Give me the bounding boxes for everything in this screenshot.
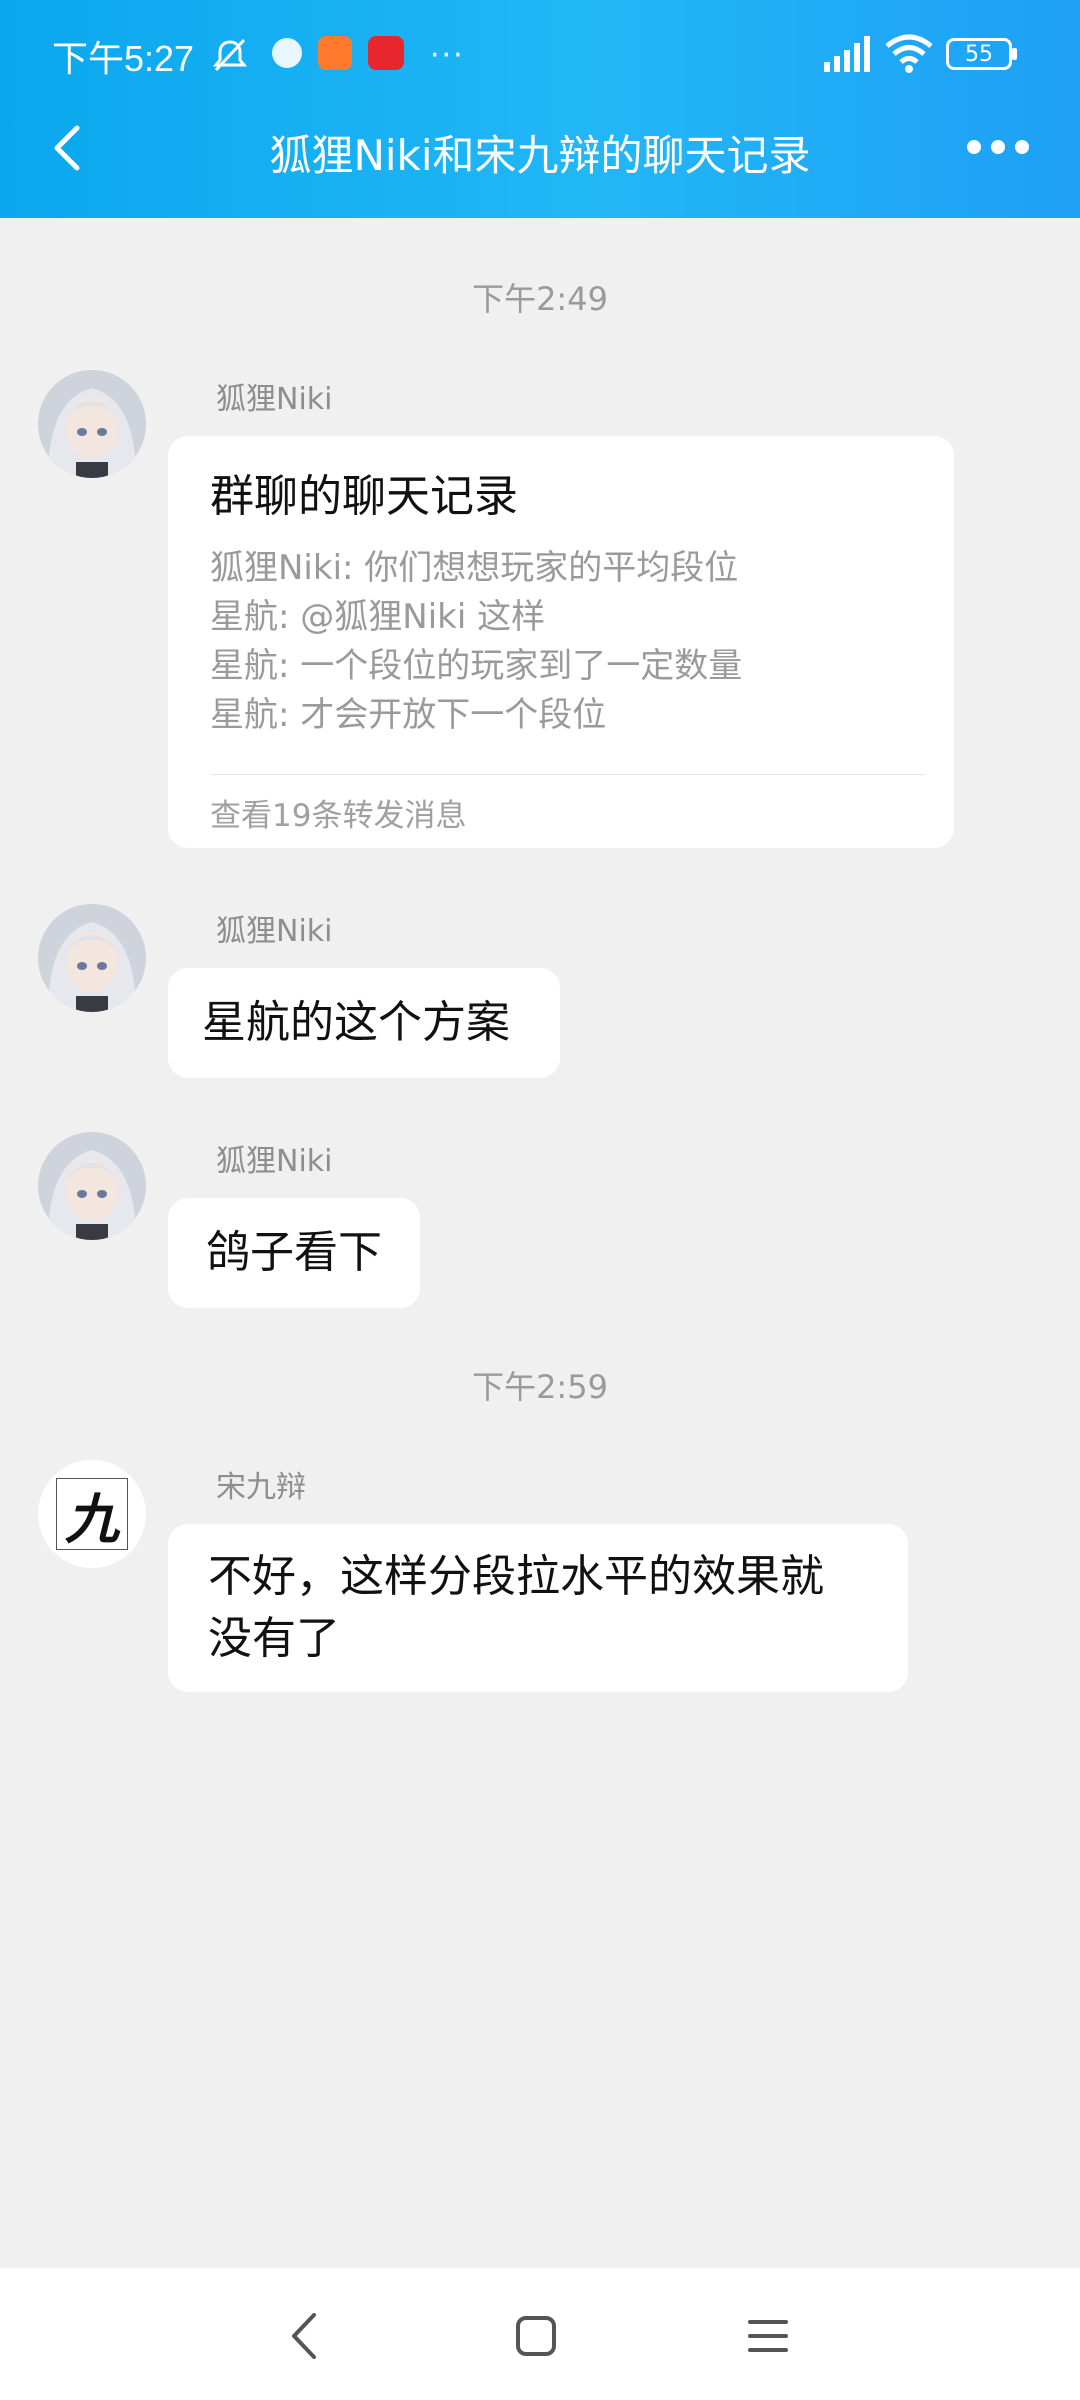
message-bubble[interactable]: 鸽子看下 — [168, 1198, 420, 1308]
anime-avatar-image — [38, 904, 146, 1012]
battery-icon: 55 — [946, 38, 1012, 70]
more-notifications-icon: ··· — [430, 38, 465, 73]
forward-preview-line: 星航: 才会开放下一个段位 — [210, 695, 607, 735]
nav-recents-button[interactable] — [728, 2306, 808, 2366]
sender-name: 宋九辩 — [216, 1470, 306, 1505]
nav-menu-icon — [748, 2320, 788, 2352]
nav-home-icon — [516, 2316, 556, 2356]
divider — [210, 774, 926, 775]
forward-card-title: 群聊的聊天记录 — [210, 471, 518, 522]
status-time: 下午5:27 — [52, 38, 195, 79]
avatar[interactable] — [38, 370, 146, 478]
message-bubble[interactable]: 不好，这样分段拉水平的效果就 没有了 — [168, 1524, 908, 1692]
title-bar: 狐狸Niki和宋九辩的聊天记录 — [0, 100, 1080, 200]
message-text: 鸽子看下 — [206, 1227, 382, 1278]
app-header: 下午5:27 ··· 55 狐狸Niki和宋九辩的聊天记录 — [0, 0, 1080, 218]
chat-history: 下午2:49 狐狸Niki 群聊的聊天记录 狐狸Niki: 你们想想玩家的平均段… — [0, 218, 1080, 2268]
sender-name: 狐狸Niki — [216, 382, 333, 417]
avatar[interactable] — [38, 904, 146, 1012]
message-text-line: 没有了 — [208, 1613, 340, 1664]
forward-preview-line: 星航: 一个段位的玩家到了一定数量 — [210, 646, 743, 686]
nav-home-button[interactable] — [496, 2306, 576, 2366]
wifi-icon — [885, 34, 933, 73]
more-dots-icon — [967, 140, 1029, 154]
forward-preview-line: 星航: @狐狸Niki 这样 — [210, 597, 546, 637]
timestamp: 下午2:59 — [472, 1368, 608, 1406]
forwarded-chat-card[interactable]: 群聊的聊天记录 狐狸Niki: 你们想想玩家的平均段位 星航: @狐狸Niki … — [168, 436, 954, 848]
news-app-icon — [368, 36, 404, 70]
message-bubble[interactable]: 星航的这个方案 — [168, 968, 560, 1078]
view-forwarded-messages-link[interactable]: 查看19条转发消息 — [210, 790, 466, 835]
app-notification-icon — [272, 38, 302, 68]
timestamp: 下午2:49 — [472, 280, 608, 318]
avatar[interactable] — [38, 1132, 146, 1240]
message-text-line: 不好，这样分段拉水平的效果就 — [208, 1551, 824, 1602]
forward-preview: 狐狸Niki: 你们想想玩家的平均段位 星航: @狐狸Niki 这样 星航: 一… — [210, 544, 910, 740]
page-title: 狐狸Niki和宋九辩的聊天记录 — [269, 131, 811, 180]
avatar[interactable]: 九 — [38, 1460, 146, 1568]
mute-bell-icon — [212, 38, 248, 72]
nav-back-button[interactable] — [264, 2306, 344, 2366]
status-bar: 下午5:27 ··· 55 — [0, 24, 1080, 84]
anime-avatar-image — [38, 1132, 146, 1240]
sender-name: 狐狸Niki — [216, 1144, 333, 1179]
avatar-character: 九 — [56, 1478, 128, 1551]
message-text: 星航的这个方案 — [202, 997, 510, 1048]
signal-icon — [824, 36, 870, 72]
anime-avatar-image — [38, 370, 146, 478]
battery-level: 55 — [965, 41, 993, 67]
forward-preview-line: 狐狸Niki: 你们想想玩家的平均段位 — [210, 548, 739, 588]
battery-tip — [1012, 48, 1017, 60]
more-menu-button[interactable] — [958, 122, 1038, 172]
system-navigation-bar — [0, 2268, 1080, 2400]
nav-back-icon — [292, 2313, 316, 2359]
sender-name: 狐狸Niki — [216, 914, 333, 949]
shop-app-icon — [318, 36, 352, 70]
